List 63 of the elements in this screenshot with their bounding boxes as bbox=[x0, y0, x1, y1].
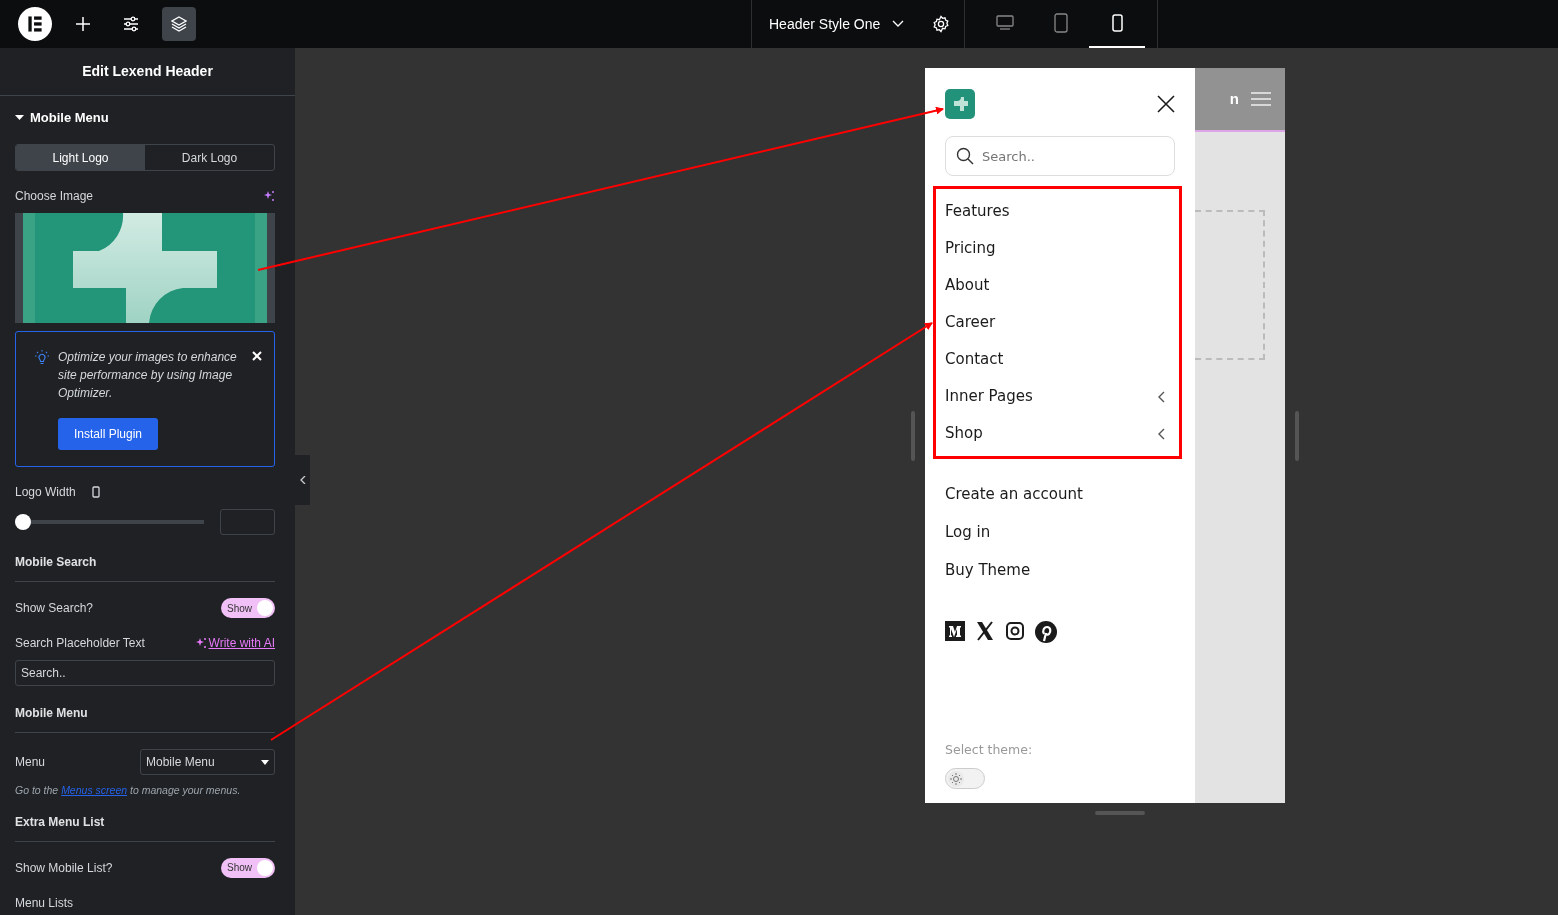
menu-lists-label: Menu Lists bbox=[15, 894, 75, 912]
resize-handle[interactable] bbox=[911, 410, 915, 461]
menu-hint-text: Go to the Menus screen to manage your menus. bbox=[15, 783, 242, 798]
menu-item[interactable]: Contact bbox=[945, 341, 1165, 378]
install-plugin-button[interactable]: Install Plugin bbox=[58, 418, 159, 450]
sun-icon[interactable] bbox=[948, 770, 964, 787]
write-with-ai-link[interactable]: Write with AI bbox=[194, 634, 275, 652]
show-list-toggle[interactable]: Show bbox=[221, 857, 275, 878]
settings-icon[interactable] bbox=[932, 15, 951, 33]
menu-item[interactable]: Inner Pages bbox=[945, 378, 1165, 415]
placeholder-text-field[interactable]: Search.. bbox=[15, 660, 275, 686]
menu-item[interactable]: Buy Theme bbox=[945, 551, 1175, 589]
layers-icon[interactable] bbox=[162, 7, 196, 41]
slider-thumb[interactable] bbox=[15, 514, 31, 530]
sparkle-icon[interactable] bbox=[263, 190, 275, 202]
menu-item[interactable]: Create an account bbox=[945, 475, 1175, 513]
search-field[interactable]: Search.. bbox=[945, 136, 1175, 176]
resize-handle[interactable] bbox=[1295, 410, 1299, 461]
menu-label: Menu bbox=[15, 754, 46, 771]
collapse-handle[interactable] bbox=[295, 455, 310, 505]
medium-icon[interactable] bbox=[945, 621, 965, 643]
theme-toggle[interactable] bbox=[945, 768, 985, 789]
lightbulb-icon bbox=[34, 350, 50, 366]
logo-tab[interactable]: Dark Logo bbox=[145, 145, 274, 170]
menu-select[interactable]: Mobile Menu bbox=[140, 749, 275, 775]
menu-item[interactable]: Features bbox=[945, 193, 1165, 230]
logo-tab[interactable]: Light Logo bbox=[16, 145, 145, 170]
section-title[interactable]: Mobile Menu bbox=[30, 108, 109, 128]
show-search-label: Show Search? bbox=[15, 600, 94, 617]
chevron-down-icon[interactable] bbox=[892, 20, 905, 28]
section-heading: Extra Menu List bbox=[15, 798, 275, 842]
select-theme-label: Select theme: bbox=[945, 741, 1034, 760]
show-search-toggle[interactable]: Show bbox=[221, 598, 275, 618]
instagram-icon[interactable] bbox=[1005, 621, 1025, 643]
nav-text: n bbox=[1229, 88, 1239, 109]
chevron-left-icon[interactable] bbox=[1158, 427, 1165, 440]
document-title[interactable]: Header Style One bbox=[769, 13, 881, 35]
logo-width-label: Logo Width bbox=[15, 484, 76, 501]
notice-text: Optimize your images to enhance site performance by using Image Optimizer. bbox=[58, 349, 238, 402]
placeholder-text-label: Search Placeholder Text bbox=[15, 635, 145, 652]
menu-item[interactable]: Log in bbox=[945, 513, 1175, 551]
caret-icon[interactable] bbox=[15, 115, 24, 121]
show-list-label: Show Mobile List? bbox=[15, 859, 113, 877]
section-heading: Mobile Search bbox=[15, 539, 275, 582]
menu-item[interactable]: Pricing bbox=[945, 230, 1165, 267]
menu-item[interactable]: Shop bbox=[945, 415, 1165, 452]
caret-icon[interactable] bbox=[261, 759, 269, 765]
width-input-field[interactable] bbox=[220, 509, 275, 535]
section-heading: Mobile Menu bbox=[15, 690, 275, 733]
panel-title: Edit Lexend Header bbox=[0, 48, 295, 96]
menu-item[interactable]: About bbox=[945, 267, 1165, 304]
x-icon[interactable] bbox=[975, 621, 995, 643]
menu-item[interactable]: Career bbox=[945, 304, 1165, 341]
plus-logo-icon bbox=[945, 89, 975, 119]
chevron-left-icon[interactable] bbox=[1158, 390, 1165, 403]
logo-image-preview[interactable] bbox=[15, 213, 275, 323]
close-icon[interactable] bbox=[1157, 95, 1175, 113]
search-icon[interactable] bbox=[956, 147, 974, 165]
app-logo-icon[interactable] bbox=[18, 7, 52, 41]
choose-image-label: Choose Image bbox=[15, 188, 94, 205]
resize-handle[interactable] bbox=[1095, 811, 1145, 815]
mobile-icon[interactable] bbox=[91, 486, 100, 498]
pinterest-icon[interactable] bbox=[1035, 621, 1057, 643]
